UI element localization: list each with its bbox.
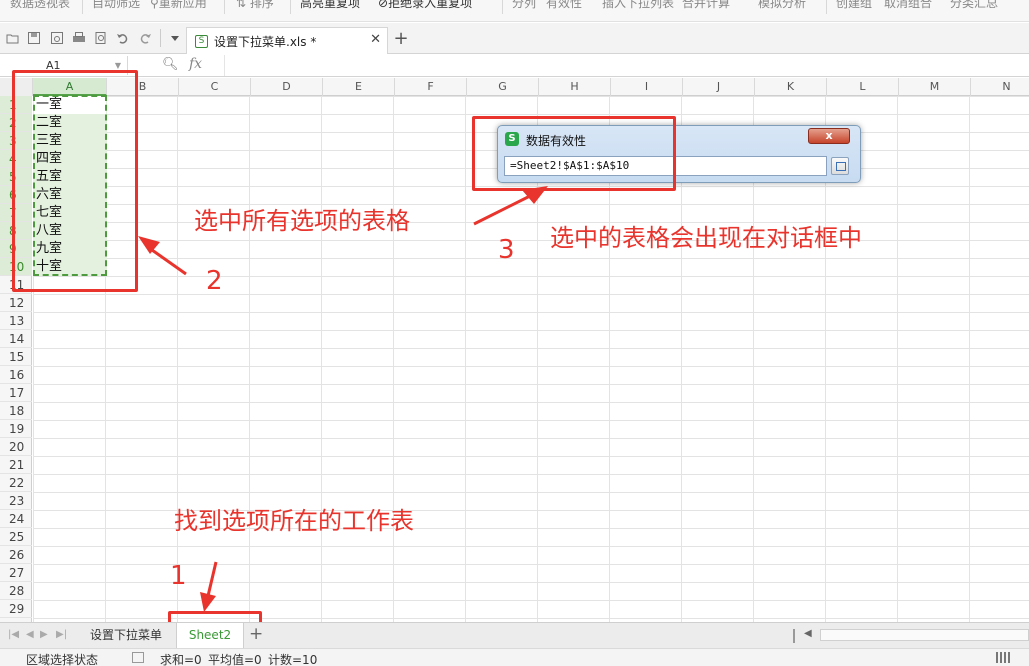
ribbon-highlight-duplicates[interactable]: 高亮重复项 <box>300 0 360 12</box>
prev-sheet-icon[interactable]: ◀ <box>26 629 34 640</box>
ribbon-text-to-columns[interactable]: 分列 <box>512 0 536 12</box>
print-preview-icon[interactable] <box>94 31 108 45</box>
ribbon-pivot-table[interactable]: 数据透视表 <box>10 0 70 12</box>
first-sheet-icon[interactable]: |◀ <box>8 629 19 640</box>
undo-icon[interactable] <box>116 31 130 45</box>
calculator-icon[interactable] <box>132 652 144 663</box>
row-header-28[interactable]: 28 <box>0 582 32 600</box>
document-tab[interactable]: S 设置下拉菜单.xls * ✕ <box>186 27 388 54</box>
column-header-f[interactable]: F <box>395 78 467 96</box>
new-tab-icon[interactable]: + <box>392 28 410 49</box>
column-header-m[interactable]: M <box>899 78 971 96</box>
ribbon-insert-dropdown[interactable]: 插入下拉列表 <box>602 0 674 12</box>
customize-dropdown-icon[interactable] <box>168 31 182 45</box>
insert-function-icon[interactable]: fx <box>189 56 202 72</box>
next-sheet-icon[interactable]: ▶ <box>40 629 48 640</box>
close-dialog-button[interactable]: x <box>808 128 850 144</box>
annotation-box-range <box>12 70 138 292</box>
sheet-tab-bar: |◀ ◀ ▶ ▶| 设置下拉菜单 Sheet2 + ◀ <box>0 622 1029 648</box>
view-mode-icon[interactable] <box>996 652 1010 663</box>
row-header-22[interactable]: 22 <box>0 474 32 492</box>
row-header-24[interactable]: 24 <box>0 510 32 528</box>
reject-icon: ⊘ <box>378 0 389 10</box>
status-sum: 求和=0 <box>160 653 202 666</box>
status-count: 计数=10 <box>268 653 318 666</box>
ribbon: 数据透视表 自动筛选 ⚲重新应用 ⇅ 排序 高亮重复项 ⊘拒绝录入重复项 分列 … <box>0 0 1029 22</box>
filter-icon: ⚲ <box>150 0 159 10</box>
horizontal-scrollbar[interactable] <box>820 629 1029 641</box>
zoom-icon[interactable]: 🔍︎ <box>162 57 179 72</box>
row-header-13[interactable]: 13 <box>0 312 32 330</box>
column-header-d[interactable]: D <box>251 78 323 96</box>
status-bar: 区域选择状态 求和=0 平均值=0 计数=10 <box>0 648 1029 666</box>
column-header-n[interactable]: N <box>971 78 1029 96</box>
tab-split-handle[interactable] <box>793 629 795 643</box>
spreadsheet-file-icon: S <box>195 35 208 48</box>
sheet-tab-sheet2[interactable]: Sheet2 <box>176 623 244 648</box>
column-header-i[interactable]: I <box>611 78 683 96</box>
annotation-box-dialog <box>472 116 676 191</box>
row-header-26[interactable]: 26 <box>0 546 32 564</box>
redo-icon[interactable] <box>138 31 152 45</box>
column-headers: ABCDEFGHIJKLMN <box>0 78 1029 96</box>
last-sheet-icon[interactable]: ▶| <box>56 629 67 640</box>
annotation-step3-number: 3 <box>498 235 515 265</box>
document-name: 设置下拉菜单.xls * <box>214 35 317 49</box>
save-as-icon[interactable] <box>50 31 64 45</box>
column-header-e[interactable]: E <box>323 78 395 96</box>
close-tab-icon[interactable]: ✕ <box>370 32 381 47</box>
ribbon-what-if[interactable]: 模拟分析 <box>758 0 806 12</box>
sort-icon: ⇅ <box>236 0 250 10</box>
row-header-18[interactable]: 18 <box>0 402 32 420</box>
spreadsheet-window: 数据透视表 自动筛选 ⚲重新应用 ⇅ 排序 高亮重复项 ⊘拒绝录入重复项 分列 … <box>0 0 1029 666</box>
row-header-14[interactable]: 14 <box>0 330 32 348</box>
sheet-tab-settings[interactable]: 设置下拉菜单 <box>82 623 170 648</box>
annotation-step3-text: 选中的表格会出现在对话框中 <box>550 224 862 252</box>
scroll-left-icon[interactable]: ◀ <box>804 628 812 639</box>
save-icon[interactable] <box>27 31 41 45</box>
row-header-21[interactable]: 21 <box>0 456 32 474</box>
column-header-c[interactable]: C <box>179 78 251 96</box>
row-header-19[interactable]: 19 <box>0 420 32 438</box>
row-header-15[interactable]: 15 <box>0 348 32 366</box>
column-header-j[interactable]: J <box>683 78 755 96</box>
column-header-h[interactable]: H <box>539 78 611 96</box>
ribbon-subtotal[interactable]: 分类汇总 <box>950 0 998 12</box>
annotation-step1-text: 找到选项所在的工作表 <box>174 507 414 535</box>
ribbon-auto-filter[interactable]: 自动筛选 <box>92 0 140 12</box>
row-header-25[interactable]: 25 <box>0 528 32 546</box>
row-header-27[interactable]: 27 <box>0 564 32 582</box>
formula-bar: A1 ▼ 🔍︎ fx <box>0 55 1029 77</box>
row-header-16[interactable]: 16 <box>0 366 32 384</box>
ribbon-consolidate[interactable]: 合并计算 <box>682 0 730 12</box>
quick-access-bar <box>0 23 1029 54</box>
annotation-step1-number: 1 <box>170 561 187 591</box>
column-header-g[interactable]: G <box>467 78 539 96</box>
annotation-step2-text: 选中所有选项的表格 <box>194 207 410 235</box>
column-header-k[interactable]: K <box>755 78 827 96</box>
ribbon-validation[interactable]: 有效性 <box>546 0 582 12</box>
open-folder-icon[interactable] <box>6 31 20 45</box>
add-sheet-icon[interactable]: + <box>249 624 263 644</box>
status-average: 平均值=0 <box>208 653 262 666</box>
ribbon-sort[interactable]: ⇅ 排序 <box>236 0 274 12</box>
print-icon[interactable] <box>72 31 86 45</box>
row-header-12[interactable]: 12 <box>0 294 32 312</box>
ribbon-reject-duplicates[interactable]: ⊘拒绝录入重复项 <box>378 0 472 12</box>
collapse-dialog-icon[interactable] <box>831 157 849 175</box>
ribbon-ungroup[interactable]: 取消组合 <box>884 0 932 12</box>
ribbon-group[interactable]: 创建组 <box>836 0 872 12</box>
annotation-step2-number: 2 <box>206 266 223 296</box>
row-header-17[interactable]: 17 <box>0 384 32 402</box>
row-header-23[interactable]: 23 <box>0 492 32 510</box>
row-header-29[interactable]: 29 <box>0 600 32 618</box>
status-mode: 区域选择状态 <box>26 653 99 666</box>
row-header-20[interactable]: 20 <box>0 438 32 456</box>
ribbon-reapply[interactable]: ⚲重新应用 <box>150 0 207 12</box>
column-header-l[interactable]: L <box>827 78 899 96</box>
